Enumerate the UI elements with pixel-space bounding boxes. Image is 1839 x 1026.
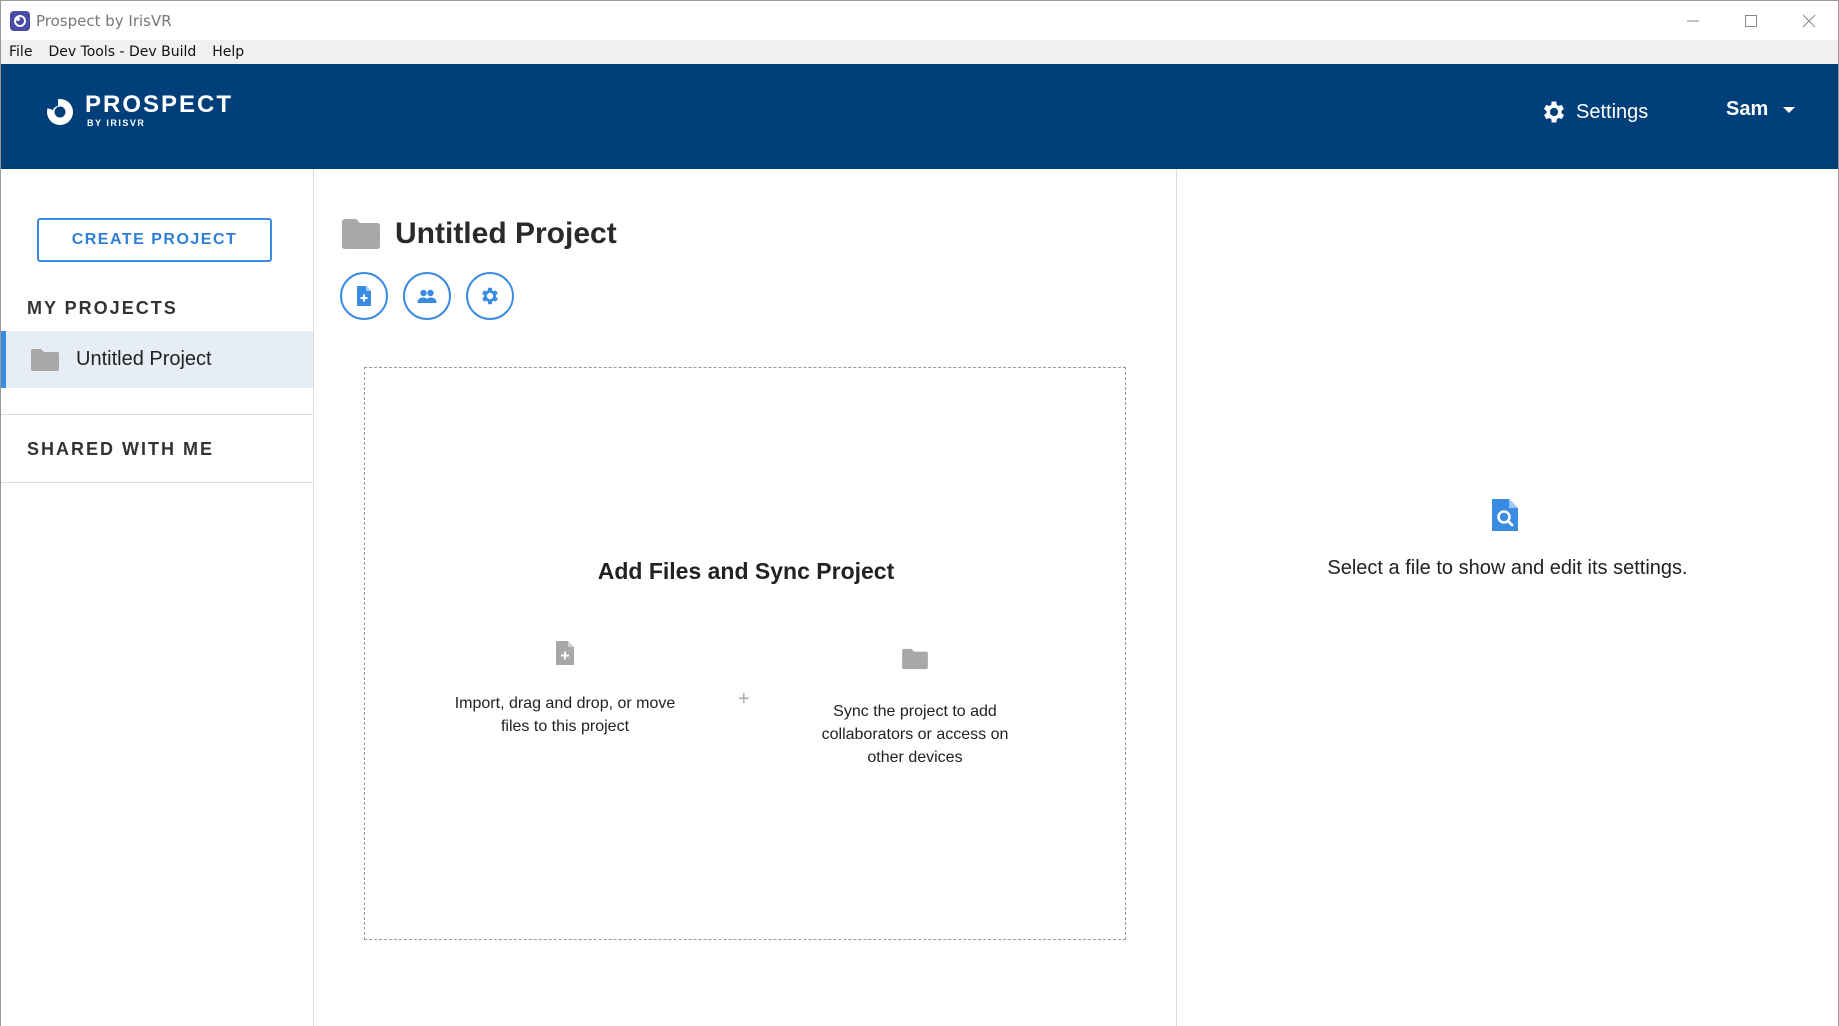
sidebar-item-untitled-project[interactable]: Untitled Project <box>1 331 313 388</box>
folder-icon <box>31 348 59 371</box>
plus-separator: + <box>738 688 750 710</box>
empty-state-message: Select a file to show and edit its setti… <box>1327 557 1688 579</box>
app-header: PROSPECT BY IRISVR Settings Sam <box>1 64 1838 169</box>
user-name: Sam <box>1726 98 1769 120</box>
sync-text-line3: other devices <box>867 749 963 766</box>
app-icon <box>10 10 30 31</box>
add-file-icon <box>556 641 574 665</box>
import-files-option[interactable]: Import, drag and drop, or move files to … <box>435 640 695 738</box>
folder-icon <box>342 219 380 249</box>
dropzone-title: Add Files and Sync Project <box>597 558 895 584</box>
my-projects-heading: MY PROJECTS <box>27 298 178 318</box>
settings-label: Settings <box>1576 100 1649 123</box>
close-icon[interactable] <box>1780 1 1838 40</box>
collaborators-button[interactable] <box>403 272 451 320</box>
import-text-line2: files to this project <box>500 718 630 735</box>
user-menu[interactable]: Sam <box>1726 98 1796 121</box>
gear-icon <box>1543 101 1565 123</box>
window-title: Prospect by IrisVR <box>36 11 172 30</box>
page-title: Untitled Project <box>395 217 617 250</box>
caret-down-icon <box>1783 106 1796 113</box>
sidebar-divider <box>1 414 313 415</box>
sync-project-option[interactable]: Sync the project to add collaborators or… <box>785 648 1045 769</box>
project-item-label: Untitled Project <box>76 348 212 370</box>
logo-subtitle: BY IRISVR <box>87 118 146 128</box>
gear-icon <box>482 287 498 305</box>
window-titlebar: Prospect by IrisVR <box>1 1 1838 40</box>
add-file-button[interactable] <box>340 272 388 320</box>
menu-bar: File Dev Tools - Dev Build Help <box>1 40 1838 64</box>
project-main-panel: Untitled Project Add Files and Sync Proj… <box>314 169 1177 1026</box>
maximize-icon[interactable] <box>1722 1 1780 40</box>
sync-text-line2: collaborators or access on <box>821 726 1009 743</box>
shared-with-me-heading[interactable]: SHARED WITH ME <box>27 439 214 460</box>
prospect-logo-icon <box>47 99 73 125</box>
file-search-icon <box>1492 499 1518 531</box>
prospect-logo[interactable]: PROSPECT BY IRISVR <box>43 91 234 128</box>
sync-text-line1: Sync the project to add <box>833 703 997 720</box>
menu-dev-tools[interactable]: Dev Tools - Dev Build <box>48 44 196 60</box>
folder-icon <box>902 648 928 670</box>
create-project-button[interactable]: CREATE PROJECT <box>37 218 272 262</box>
logo-title: PROSPECT <box>85 91 234 118</box>
sidebar: CREATE PROJECT MY PROJECTS Untitled Proj… <box>1 169 314 1026</box>
sidebar-divider <box>1 482 313 483</box>
file-dropzone[interactable]: Add Files and Sync Project Import, drag … <box>364 367 1126 940</box>
minimize-icon[interactable] <box>1664 1 1722 40</box>
menu-help[interactable]: Help <box>212 44 244 60</box>
window-controls <box>1664 1 1838 40</box>
menu-file[interactable]: File <box>9 44 32 60</box>
add-file-icon <box>357 286 371 306</box>
project-settings-button[interactable] <box>466 272 514 320</box>
settings-button[interactable]: Settings <box>1540 98 1648 126</box>
collaborators-icon <box>417 289 437 303</box>
file-settings-panel: Select a file to show and edit its setti… <box>1177 169 1838 1026</box>
project-header: Untitled Project <box>341 217 617 251</box>
import-text-line1: Import, drag and drop, or move <box>454 695 676 712</box>
